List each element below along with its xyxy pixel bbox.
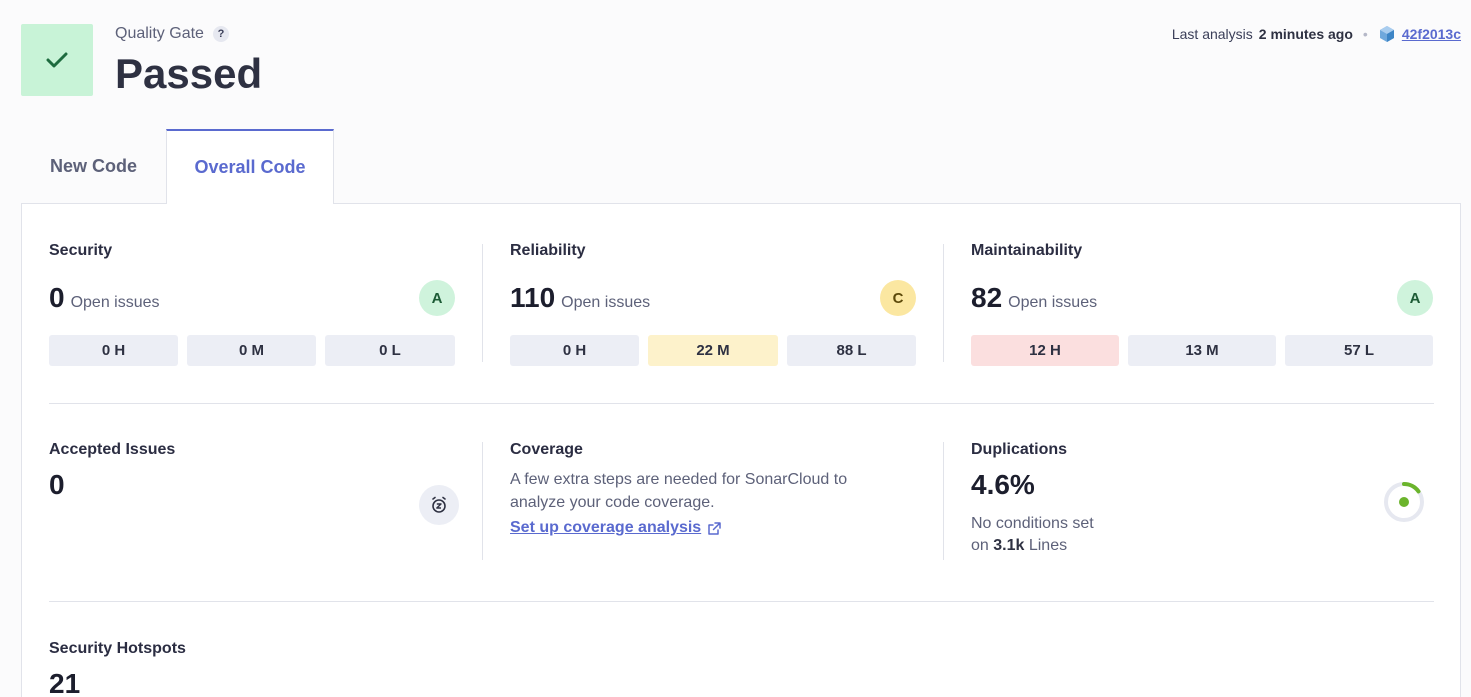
accepted-issues-title: Accepted Issues (49, 441, 176, 458)
divider-horizontal (49, 403, 1434, 404)
maintainability-metric: Maintainability 82 Open issues (971, 242, 1097, 314)
divider-vertical (482, 442, 483, 560)
cube-icon (1379, 26, 1394, 42)
security-rating-badge[interactable]: A (419, 280, 455, 316)
setup-coverage-link-label: Set up coverage analysis (510, 519, 702, 536)
reliability-rating-badge[interactable]: C (880, 280, 916, 316)
coverage-metric: Coverage A few extra steps are needed fo… (510, 441, 890, 537)
divider-horizontal (49, 601, 1434, 602)
quality-gate-label-text: Quality Gate (115, 25, 204, 42)
tab-overall-code[interactable]: Overall Code (166, 129, 334, 204)
reliability-severity-row: 0 H 22 M 88 L (510, 335, 916, 366)
last-analysis: Last analysis 2 minutes ago • 42f2013c (1172, 25, 1461, 43)
maintainability-title: Maintainability (971, 242, 1083, 259)
security-title: Security (49, 242, 113, 259)
reliability-count[interactable]: 110 (510, 282, 555, 314)
maintainability-severity-row: 12 H 13 M 57 L (971, 335, 1433, 366)
separator-dot: • (1362, 26, 1368, 42)
last-analysis-label: Last analysis (1171, 26, 1253, 42)
duplications-metric: Duplications 4.6% No conditions set on 3… (971, 441, 1094, 557)
divider-vertical (943, 244, 944, 362)
security-value: 0 Open issues (49, 282, 160, 314)
divider-vertical (943, 442, 944, 560)
security-suffix: Open issues (70, 294, 160, 311)
security-hotspots-count[interactable]: 21 (49, 668, 186, 697)
duplications-lines: on 3.1k Lines (971, 535, 1094, 557)
security-high-chip[interactable]: 0 H (49, 335, 178, 366)
quality-gate-status-box (21, 24, 93, 96)
security-medium-chip[interactable]: 0 M (187, 335, 316, 366)
coverage-description: A few extra steps are needed for SonarCl… (510, 471, 848, 511)
reliability-suffix: Open issues (561, 294, 651, 311)
duplications-on-label: on (971, 537, 989, 554)
duplications-title: Duplications (971, 441, 1068, 458)
external-link-icon (708, 521, 721, 535)
duplications-conditions: No conditions set (971, 515, 1094, 532)
security-low-chip[interactable]: 0 L (325, 335, 455, 366)
security-count[interactable]: 0 (49, 282, 65, 314)
security-hotspots-title: Security Hotspots (49, 640, 186, 657)
reliability-title: Reliability (510, 242, 586, 259)
maintainability-medium-chip[interactable]: 13 M (1128, 335, 1276, 366)
maintainability-value: 82 Open issues (971, 282, 1097, 314)
coverage-title: Coverage (510, 441, 583, 458)
reliability-medium-chip[interactable]: 22 M (648, 335, 778, 366)
duplications-lines-count: 3.1k (993, 537, 1025, 554)
check-icon (46, 52, 68, 68)
tab-new-code[interactable]: New Code (21, 129, 166, 204)
quality-gate-status: Passed (115, 50, 263, 97)
maintainability-suffix: Open issues (1008, 294, 1098, 311)
reliability-high-chip[interactable]: 0 H (510, 335, 639, 366)
maintainability-count[interactable]: 82 (971, 282, 1002, 314)
quality-gate-label: Quality Gate ? (115, 25, 229, 43)
duplications-indicator-icon (1384, 482, 1424, 522)
reliability-value: 110 Open issues (510, 282, 650, 314)
security-metric: Security 0 Open issues (49, 242, 160, 314)
maintainability-low-chip[interactable]: 57 L (1285, 335, 1433, 366)
accepted-issues-metric: Accepted Issues 0 (49, 441, 175, 501)
setup-coverage-link[interactable]: Set up coverage analysis (510, 519, 722, 537)
duplications-lines-label: Lines (1028, 537, 1068, 554)
overall-code-panel: Security 0 Open issues A 0 H 0 M 0 L Rel… (21, 203, 1461, 697)
divider-vertical (482, 244, 483, 362)
maintainability-high-chip[interactable]: 12 H (971, 335, 1119, 366)
commit-hash-link[interactable]: 42f2013c (1402, 26, 1461, 42)
accepted-issues-count[interactable]: 0 (49, 469, 175, 501)
security-hotspots-metric: Security Hotspots 21 (49, 640, 186, 697)
duplications-value[interactable]: 4.6% (971, 469, 1094, 501)
help-icon[interactable]: ? (212, 26, 229, 42)
maintainability-rating-badge[interactable]: A (1397, 280, 1433, 316)
reliability-low-chip[interactable]: 88 L (787, 335, 916, 366)
alarm-snooze-icon (419, 485, 459, 525)
security-severity-row: 0 H 0 M 0 L (49, 335, 455, 366)
reliability-metric: Reliability 110 Open issues (510, 242, 650, 314)
last-analysis-time: 2 minutes ago (1258, 26, 1353, 42)
